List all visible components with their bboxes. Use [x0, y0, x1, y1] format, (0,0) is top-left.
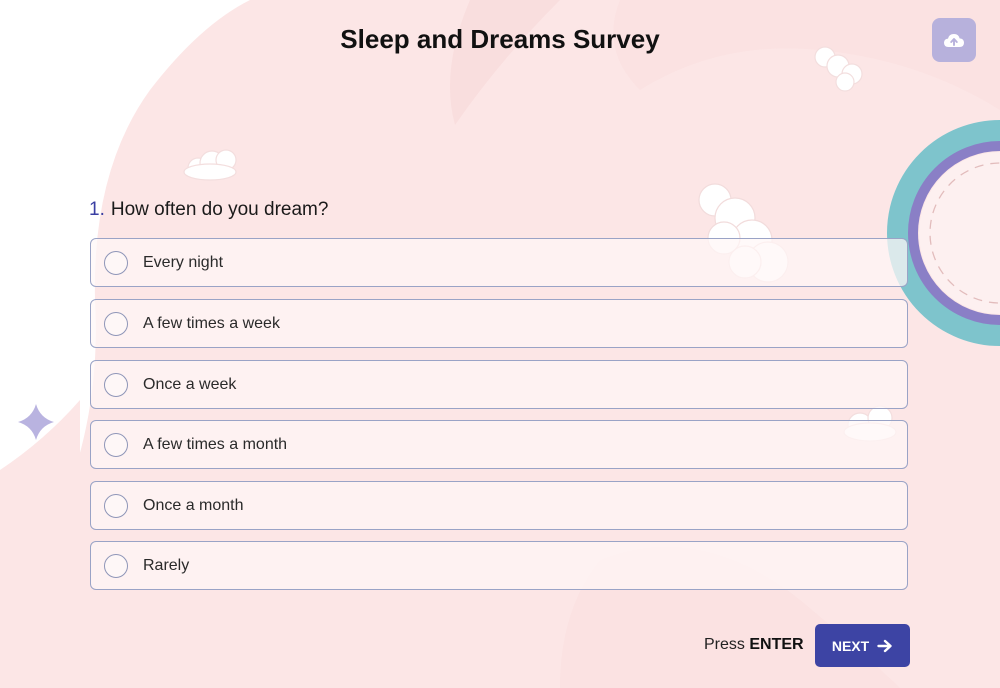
option-label: Every night [143, 253, 224, 271]
option-once-week[interactable]: Once a week [90, 360, 908, 409]
keyboard-hint-key: ENTER [749, 636, 804, 653]
arrow-right-icon [877, 639, 892, 652]
option-label: Rarely [143, 556, 190, 574]
option-label: A few times a month [143, 435, 288, 453]
option-few-times-week[interactable]: A few times a week [90, 299, 908, 348]
option-label: Once a month [143, 496, 244, 514]
radio-button[interactable] [104, 250, 128, 275]
question-number: 1. [89, 199, 105, 220]
radio-button[interactable] [104, 553, 128, 578]
upload-button[interactable] [932, 18, 976, 62]
radio-button[interactable] [104, 432, 128, 457]
radio-button[interactable] [104, 372, 128, 397]
next-button-label: NEXT [831, 637, 870, 654]
option-every-night[interactable]: Every night [90, 238, 908, 287]
option-few-times-month[interactable]: A few times a month [90, 420, 908, 469]
cloud-upload-icon [944, 34, 964, 47]
page-title: Sleep and Dreams Survey [340, 24, 660, 54]
question-title: 1. How often do you dream? [89, 199, 328, 221]
next-button[interactable]: NEXT [815, 624, 910, 667]
option-label: A few times a week [143, 314, 280, 332]
question-text: How often do you dream? [110, 199, 329, 220]
option-once-month[interactable]: Once a month [90, 481, 908, 530]
radio-button[interactable] [104, 311, 128, 336]
radio-button[interactable] [104, 493, 128, 518]
option-rarely[interactable]: Rarely [90, 541, 908, 590]
background-blob-left [0, 400, 80, 688]
keyboard-hint: Press ENTER [704, 636, 804, 654]
option-label: Once a week [143, 375, 237, 393]
keyboard-hint-prefix: Press [704, 636, 745, 653]
